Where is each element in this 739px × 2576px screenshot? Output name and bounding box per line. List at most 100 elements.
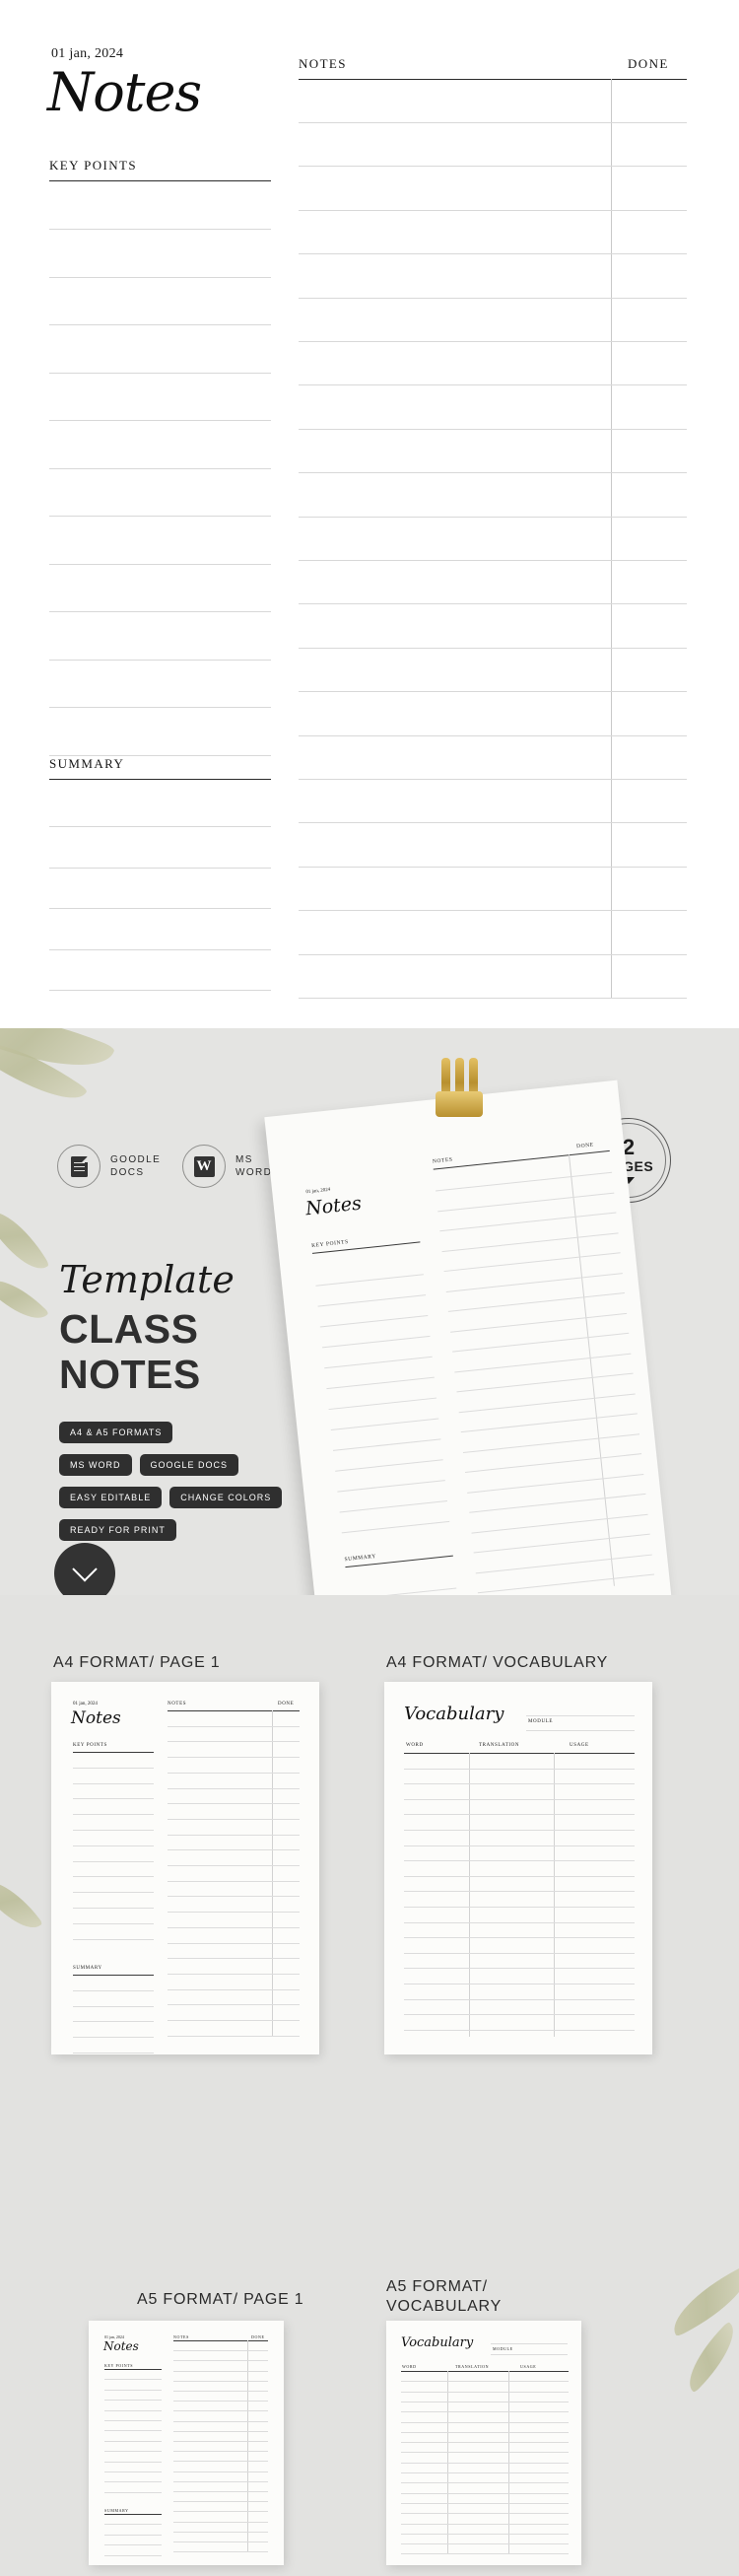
ruled-line[interactable]: [404, 1922, 635, 1923]
ruled-line[interactable]: [452, 1332, 630, 1353]
ruled-line[interactable]: [469, 1493, 646, 1513]
ruled-line[interactable]: [173, 2401, 268, 2402]
feature-tag[interactable]: EASY EDITABLE: [59, 1487, 163, 1508]
ruled-line[interactable]: [319, 1315, 429, 1328]
ruled-line[interactable]: [168, 1788, 300, 1789]
ruled-line[interactable]: [332, 1438, 441, 1451]
ruled-line[interactable]: [467, 1474, 644, 1494]
ruled-line[interactable]: [471, 1513, 648, 1534]
ruled-line[interactable]: [49, 420, 271, 421]
ruled-line[interactable]: [173, 2532, 268, 2533]
ruled-line[interactable]: [49, 468, 271, 469]
ruled-line[interactable]: [317, 1294, 427, 1307]
ruled-line[interactable]: [173, 2501, 268, 2502]
ruled-line[interactable]: [401, 2472, 569, 2473]
ruled-line[interactable]: [299, 472, 687, 473]
ruled-line[interactable]: [73, 1768, 154, 1769]
ruled-line[interactable]: [458, 1393, 636, 1414]
ruled-line[interactable]: [321, 1335, 431, 1349]
ruled-line[interactable]: [435, 1171, 613, 1192]
ruled-line[interactable]: [299, 517, 687, 518]
ruled-line[interactable]: [456, 1372, 634, 1393]
ruled-line[interactable]: [168, 1849, 300, 1850]
ruled-line[interactable]: [401, 2553, 569, 2554]
ruled-line[interactable]: [401, 2493, 569, 2494]
ruled-line[interactable]: [401, 2411, 569, 2412]
ruled-line[interactable]: [73, 1876, 154, 1877]
ruled-line[interactable]: [49, 324, 271, 325]
ruled-line[interactable]: [324, 1356, 433, 1369]
ruled-line[interactable]: [49, 990, 271, 991]
ruled-line[interactable]: [173, 2381, 268, 2382]
ruled-line[interactable]: [104, 2492, 162, 2493]
ruled-line[interactable]: [477, 1573, 654, 1594]
ruled-line[interactable]: [460, 1413, 638, 1433]
ruled-line[interactable]: [73, 2006, 154, 2007]
ruled-line[interactable]: [299, 779, 687, 780]
ruled-line[interactable]: [104, 2430, 162, 2431]
ruled-line[interactable]: [475, 1554, 652, 1574]
ruled-line[interactable]: [401, 2432, 569, 2433]
ruled-line[interactable]: [173, 2410, 268, 2411]
ruled-line[interactable]: [73, 1861, 154, 1862]
ruled-line[interactable]: [337, 1480, 445, 1493]
ruled-line[interactable]: [404, 1907, 635, 1908]
ruled-line[interactable]: [104, 2462, 162, 2463]
ruled-line[interactable]: [168, 1958, 300, 1959]
ruled-line[interactable]: [104, 2400, 162, 2401]
ruled-line[interactable]: [299, 822, 687, 823]
ruled-line[interactable]: [404, 1891, 635, 1892]
ruled-line[interactable]: [73, 2037, 154, 2038]
ruled-line[interactable]: [168, 1819, 300, 1820]
ruled-line[interactable]: [73, 1845, 154, 1846]
ruled-line[interactable]: [404, 2030, 635, 2031]
ruled-line[interactable]: [401, 2381, 569, 2382]
ruled-line[interactable]: [73, 1939, 154, 1940]
ruled-line[interactable]: [299, 210, 687, 211]
ruled-line[interactable]: [168, 1803, 300, 1804]
ruled-line[interactable]: [104, 2555, 162, 2556]
ruled-line[interactable]: [168, 1726, 300, 1727]
ruled-line[interactable]: [328, 1397, 437, 1411]
ruled-line[interactable]: [49, 611, 271, 612]
ruled-line[interactable]: [173, 2360, 268, 2361]
feature-tag[interactable]: READY FOR PRINT: [59, 1519, 176, 1541]
ruled-line[interactable]: [168, 1896, 300, 1897]
ruled-line[interactable]: [168, 1741, 300, 1742]
ruled-line[interactable]: [173, 2451, 268, 2452]
ruled-line[interactable]: [299, 429, 687, 430]
ruled-line[interactable]: [404, 1968, 635, 1969]
ruled-line[interactable]: [104, 2481, 162, 2482]
ruled-line[interactable]: [104, 2390, 162, 2391]
ruled-line[interactable]: [49, 660, 271, 661]
ruled-line[interactable]: [73, 1798, 154, 1799]
ruled-line[interactable]: [73, 2021, 154, 2022]
ruled-line[interactable]: [168, 1989, 300, 1990]
ruled-line[interactable]: [441, 1232, 619, 1253]
ruled-line[interactable]: [404, 1769, 635, 1770]
ruled-line[interactable]: [104, 2379, 162, 2380]
ruled-line[interactable]: [73, 1892, 154, 1893]
ruled-line[interactable]: [401, 2543, 569, 2544]
ruled-line[interactable]: [339, 1499, 448, 1513]
ruled-line[interactable]: [299, 166, 687, 167]
ruled-line[interactable]: [299, 867, 687, 868]
ruled-line[interactable]: [437, 1192, 615, 1213]
ruled-line[interactable]: [401, 2503, 569, 2504]
ruled-line[interactable]: [447, 1292, 625, 1312]
ruled-line[interactable]: [299, 691, 687, 692]
ruled-line[interactable]: [439, 1212, 617, 1232]
ruled-line[interactable]: [404, 1937, 635, 1938]
ruled-line[interactable]: [168, 1773, 300, 1774]
ruled-line[interactable]: [299, 341, 687, 342]
ruled-line[interactable]: [299, 998, 687, 999]
ruled-line[interactable]: [104, 2441, 162, 2442]
ruled-line[interactable]: [335, 1459, 443, 1472]
ruled-line[interactable]: [401, 2534, 569, 2535]
scroll-down-button[interactable]: [54, 1543, 115, 1595]
ruled-line[interactable]: [73, 1814, 154, 1815]
ruled-line[interactable]: [173, 2522, 268, 2523]
ruled-line[interactable]: [404, 1799, 635, 1800]
ruled-line[interactable]: [401, 2442, 569, 2443]
ruled-line[interactable]: [299, 603, 687, 604]
